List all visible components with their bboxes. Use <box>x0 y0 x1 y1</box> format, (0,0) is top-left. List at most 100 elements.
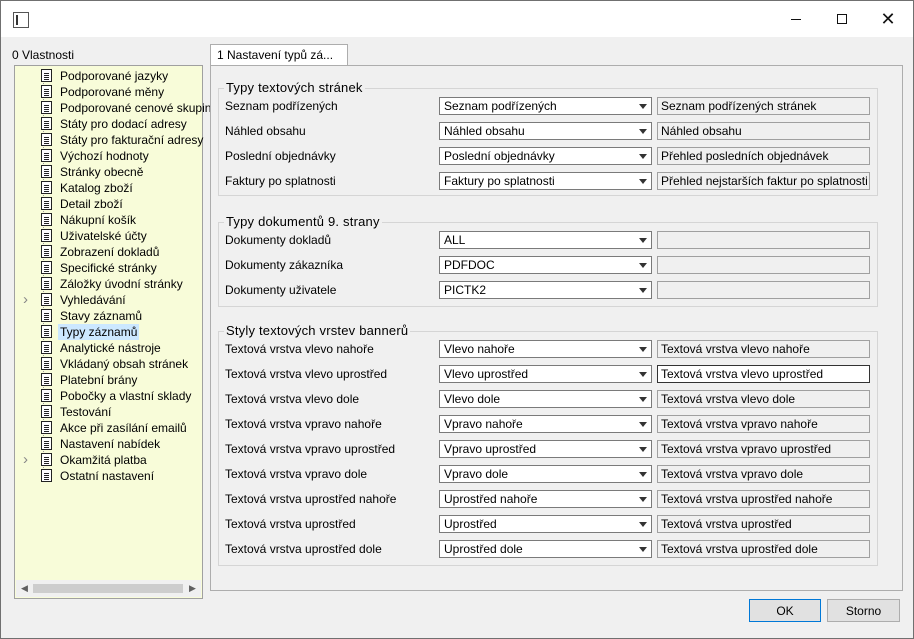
type-select[interactable]: Vpravo uprostřed <box>439 440 652 458</box>
description-field[interactable] <box>657 231 870 249</box>
tree-item[interactable]: Podporované měny <box>15 84 202 100</box>
cancel-button[interactable]: Storno <box>827 599 900 622</box>
dropdown-arrow-icon[interactable] <box>636 283 650 297</box>
description-field[interactable]: Textová vrstva vpravo dole <box>657 465 870 483</box>
tree-item[interactable]: Ostatní nastavení <box>15 468 202 484</box>
tree-item-label: Stránky obecně <box>60 165 144 179</box>
field-label: Textová vrstva uprostřed dole <box>225 542 382 556</box>
description-field[interactable]: Textová vrstva vlevo dole <box>657 390 870 408</box>
type-select[interactable]: Uprostřed dole <box>439 540 652 558</box>
type-select[interactable]: Uprostřed <box>439 515 652 533</box>
minimize-button[interactable] <box>773 1 819 37</box>
tree-item[interactable]: Uživatelské účty <box>15 228 202 244</box>
tree-item[interactable]: Typy záznamů <box>15 324 202 340</box>
dropdown-arrow-icon[interactable] <box>636 258 650 272</box>
field-label: Seznam podřízených <box>225 99 338 113</box>
document-icon <box>41 405 52 418</box>
group-title: Typy textových stránek <box>224 80 365 95</box>
tree-item[interactable]: Výchozí hodnoty <box>15 148 202 164</box>
tree-item[interactable]: Platební brány <box>15 372 202 388</box>
type-select[interactable]: Vlevo dole <box>439 390 652 408</box>
tree-item[interactable]: Pobočky a vlastní sklady <box>15 388 202 404</box>
title-bar: ✕ <box>1 1 913 37</box>
tab-type-settings[interactable]: 1 Nastavení typů zá... <box>210 44 348 66</box>
document-icon <box>41 213 52 226</box>
ok-button[interactable]: OK <box>749 599 821 622</box>
description-field[interactable]: Textová vrstva vpravo uprostřed <box>657 440 870 458</box>
dropdown-arrow-icon[interactable] <box>636 467 650 481</box>
description-field[interactable]: Textová vrstva uprostřed <box>657 515 870 533</box>
type-select[interactable]: ALL <box>439 231 652 249</box>
tree-item[interactable]: Státy pro fakturační adresy <box>15 132 203 148</box>
description-field[interactable]: Náhled obsahu <box>657 122 870 140</box>
field-label: Textová vrstva vpravo dole <box>225 467 368 481</box>
close-button[interactable]: ✕ <box>865 1 911 37</box>
description-field[interactable] <box>657 281 870 299</box>
tree-item[interactable]: Nákupní košík <box>15 212 202 228</box>
dropdown-arrow-icon[interactable] <box>636 99 650 113</box>
tree-item[interactable]: Stránky obecně <box>15 164 202 180</box>
type-select[interactable]: Vpravo nahoře <box>439 415 652 433</box>
dropdown-arrow-icon[interactable] <box>636 124 650 138</box>
dropdown-arrow-icon[interactable] <box>636 367 650 381</box>
tree-item[interactable]: Státy pro dodací adresy <box>15 116 202 132</box>
field-label: Faktury po splatnosti <box>225 174 336 188</box>
description-field[interactable]: Textová vrstva vlevo uprostřed <box>657 365 870 383</box>
type-select[interactable]: Poslední objednávky <box>439 147 652 165</box>
description-field[interactable]: Textová vrstva vpravo nahoře <box>657 415 870 433</box>
dropdown-arrow-icon[interactable] <box>636 442 650 456</box>
dropdown-arrow-icon[interactable] <box>636 392 650 406</box>
tree-item[interactable]: Vkládaný obsah stránek <box>15 356 202 372</box>
dropdown-arrow-icon[interactable] <box>636 517 650 531</box>
tree-item[interactable]: Podporované jazyky <box>15 68 202 84</box>
properties-tree[interactable]: ◀ ▶ Podporované jazyky Podporované měny Po… <box>14 65 217 599</box>
description-field[interactable]: Seznam podřízených stránek <box>657 97 870 115</box>
type-select[interactable]: Vlevo uprostřed <box>439 365 652 383</box>
description-field[interactable]: Přehled posledních objednávek <box>657 147 870 165</box>
description-field[interactable]: Textová vrstva vlevo nahoře <box>657 340 870 358</box>
tree-item[interactable]: Podporované cenové skupiny <box>15 100 217 116</box>
tree-item[interactable]: Detail zboží <box>15 196 202 212</box>
type-select[interactable]: Seznam podřízených <box>439 97 652 115</box>
tree-item-label: Akce při zasílání emailů <box>60 421 187 435</box>
dropdown-arrow-icon[interactable] <box>636 149 650 163</box>
tree-item[interactable]: Záložky úvodní stránky <box>15 276 202 292</box>
tree-item[interactable]: › Vyhledávání <box>15 292 202 308</box>
tree-item-label: Platební brány <box>60 373 138 387</box>
description-field[interactable]: Přehled nejstarších faktur po splatnosti <box>657 172 870 190</box>
description-field[interactable] <box>657 256 870 274</box>
type-select[interactable]: Vlevo nahoře <box>439 340 652 358</box>
dropdown-arrow-icon[interactable] <box>636 342 650 356</box>
expand-chevron-icon[interactable]: › <box>23 292 28 308</box>
dropdown-arrow-icon[interactable] <box>636 174 650 188</box>
description-field[interactable]: Textová vrstva uprostřed dole <box>657 540 870 558</box>
type-select[interactable]: Faktury po splatnosti <box>439 172 652 190</box>
type-select[interactable]: Uprostřed nahoře <box>439 490 652 508</box>
dropdown-arrow-icon[interactable] <box>636 233 650 247</box>
description-field[interactable]: Textová vrstva uprostřed nahoře <box>657 490 870 508</box>
scroll-right-icon[interactable]: ▶ <box>184 580 201 597</box>
dropdown-arrow-icon[interactable] <box>636 492 650 506</box>
scroll-left-icon[interactable]: ◀ <box>16 580 33 597</box>
tree-item[interactable]: Akce při zasílání emailů <box>15 420 202 436</box>
dropdown-arrow-icon[interactable] <box>636 417 650 431</box>
tree-item[interactable]: Katalog zboží <box>15 180 202 196</box>
scrollbar-thumb[interactable] <box>33 584 183 593</box>
tree-horizontal-scrollbar[interactable]: ◀ ▶ <box>16 580 201 597</box>
tree-item[interactable]: Specifické stránky <box>15 260 202 276</box>
type-select[interactable]: Vpravo dole <box>439 465 652 483</box>
maximize-button[interactable] <box>819 1 865 37</box>
document-icon <box>41 165 52 178</box>
tree-item[interactable]: Nastavení nabídek <box>15 436 202 452</box>
tree-item[interactable]: Analytické nástroje <box>15 340 202 356</box>
tree-item[interactable]: › Okamžitá platba <box>15 452 202 468</box>
select-value: Uprostřed <box>444 517 497 531</box>
tree-item[interactable]: Zobrazení dokladů <box>15 244 202 260</box>
tree-item[interactable]: Testování <box>15 404 202 420</box>
type-select[interactable]: Náhled obsahu <box>439 122 652 140</box>
type-select[interactable]: PDFDOC <box>439 256 652 274</box>
dropdown-arrow-icon[interactable] <box>636 542 650 556</box>
expand-chevron-icon[interactable]: › <box>23 452 28 468</box>
type-select[interactable]: PICTK2 <box>439 281 652 299</box>
tree-item[interactable]: Stavy záznamů <box>15 308 202 324</box>
